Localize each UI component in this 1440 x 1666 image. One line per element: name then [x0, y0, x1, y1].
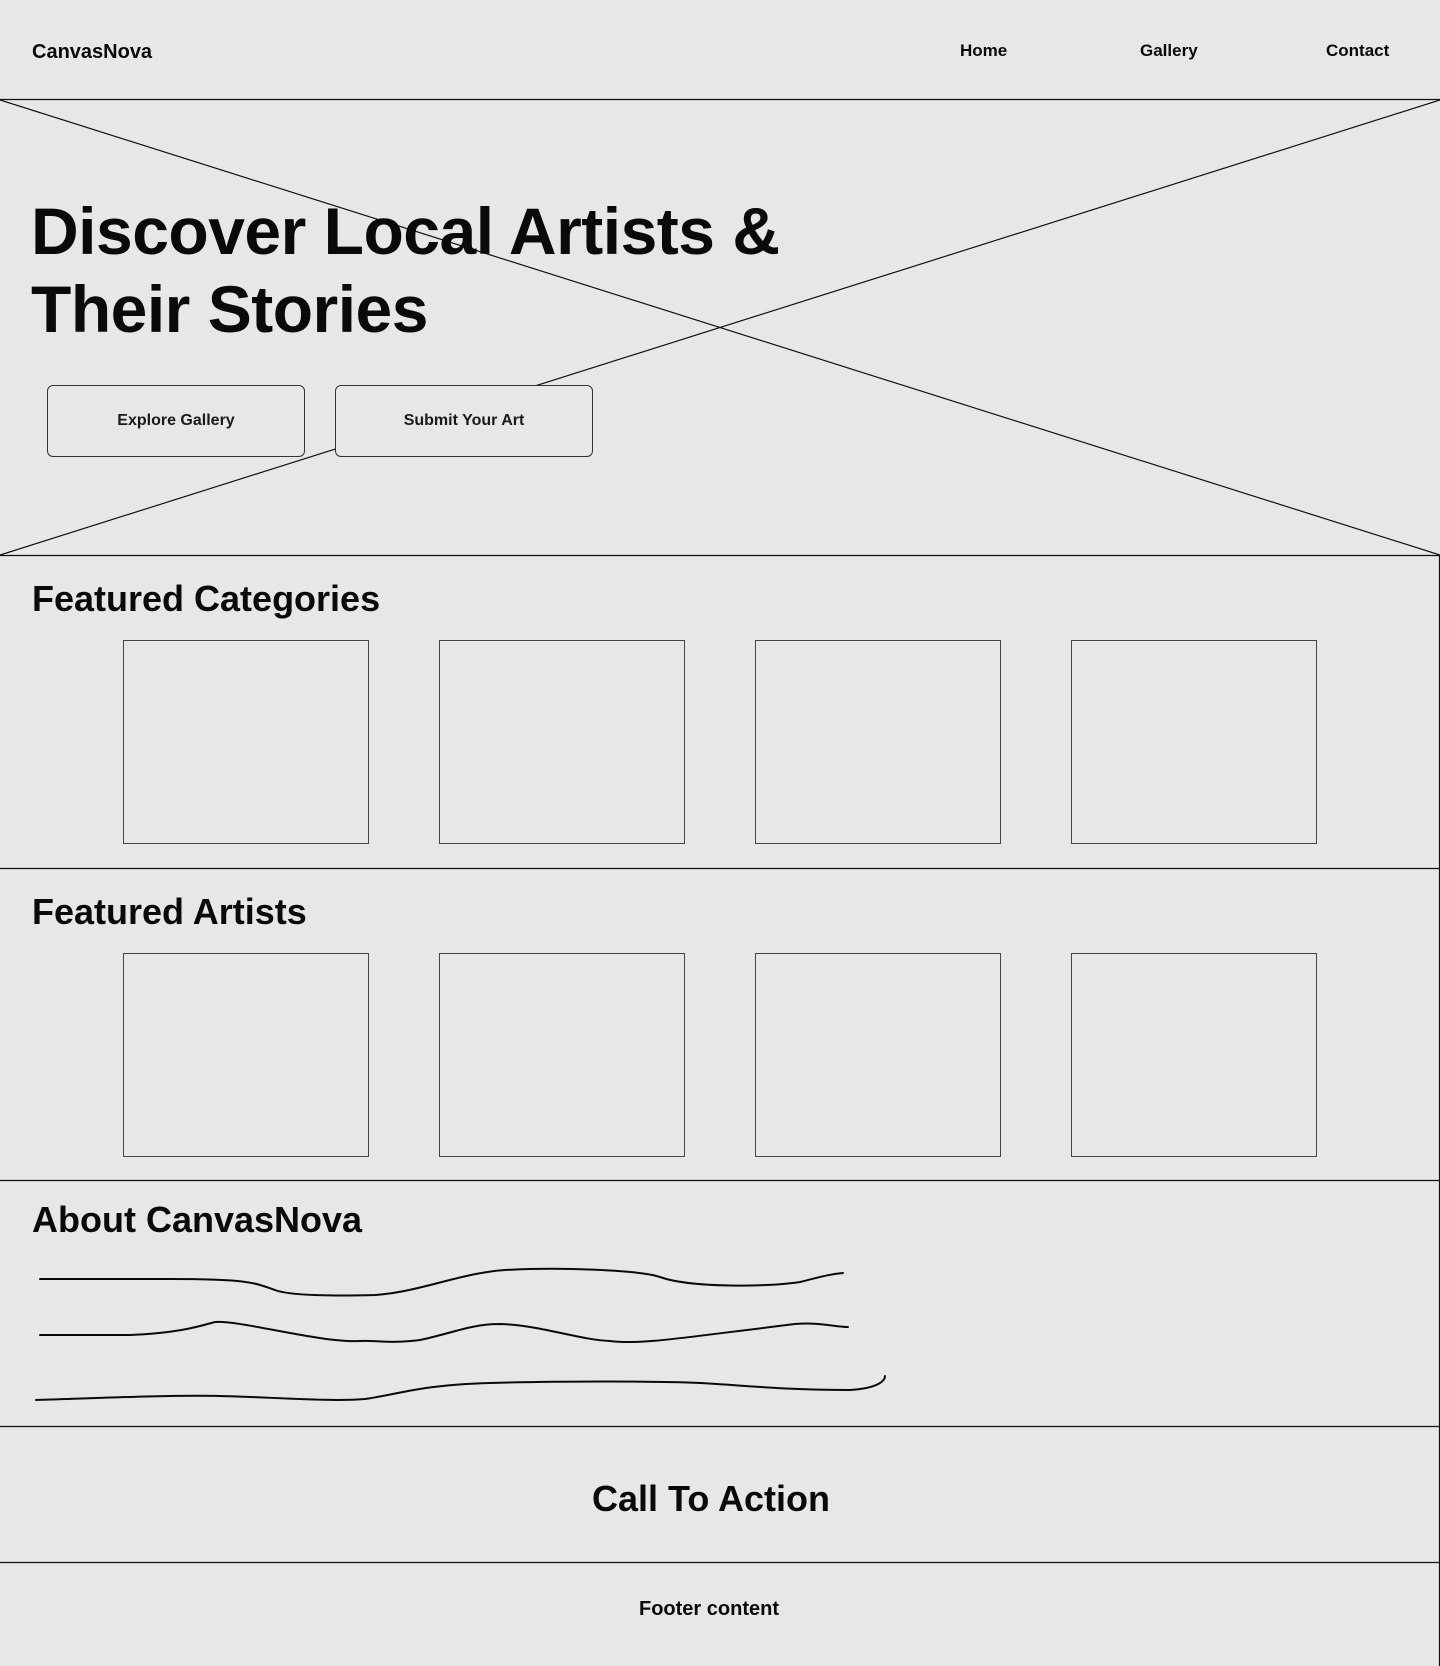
category-card[interactable] — [439, 640, 685, 844]
category-card[interactable] — [123, 640, 369, 844]
hero-title: Discover Local Artists & Their Stories — [31, 192, 931, 348]
category-card[interactable] — [755, 640, 1001, 844]
submit-art-button[interactable]: Submit Your Art — [335, 385, 593, 457]
artist-card[interactable] — [123, 953, 369, 1157]
featured-categories-title: Featured Categories — [32, 578, 381, 619]
about-text-placeholder-line — [35, 1375, 886, 1401]
category-card[interactable] — [1071, 640, 1317, 844]
hero-title-line: Their Stories — [31, 272, 428, 346]
explore-gallery-button[interactable]: Explore Gallery — [47, 385, 305, 457]
about-text-placeholder-line — [39, 1320, 849, 1344]
footer-content: Footer content — [639, 1598, 779, 1620]
brand-logo[interactable]: CanvasNova — [32, 41, 152, 64]
about-text-placeholder-line — [39, 1267, 844, 1297]
hero-title-line: Discover Local Artists & — [31, 194, 780, 268]
artist-card[interactable] — [755, 953, 1001, 1157]
artist-card[interactable] — [439, 953, 685, 1157]
nav-link-gallery[interactable]: Gallery — [1140, 41, 1198, 61]
artist-card[interactable] — [1071, 953, 1317, 1157]
nav-link-home[interactable]: Home — [960, 41, 1007, 61]
nav-link-contact[interactable]: Contact — [1326, 41, 1389, 61]
call-to-action-title: Call To Action — [592, 1478, 830, 1519]
about-title: About CanvasNova — [32, 1199, 363, 1240]
featured-artists-title: Featured Artists — [32, 891, 307, 932]
